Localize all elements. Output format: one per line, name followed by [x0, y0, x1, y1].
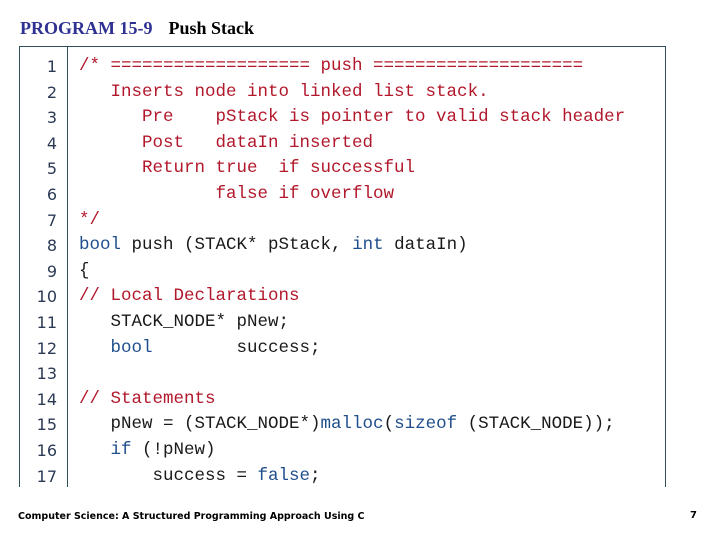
line-number: 1 [46, 57, 57, 76]
keyword-token: sizeof [394, 414, 458, 435]
program-label: PROGRAM 15-9 [20, 18, 153, 38]
plain-token: dataIn) [383, 235, 468, 256]
code-line: 3 Pre pStack is pointer to valid stack h… [20, 105, 665, 131]
line-number: 15 [36, 415, 57, 435]
comment-token: Inserts node into linked list stack. [79, 81, 489, 102]
code-line: 9{ [20, 259, 665, 285]
line-number: 14 [36, 389, 57, 409]
comment-token: Post dataIn inserted [79, 132, 374, 153]
line-code: /* =================== push ============… [79, 54, 583, 80]
code-line: 11 STACK_NODE* pNew; [20, 310, 665, 336]
line-number: 9 [46, 261, 57, 281]
line-code: bool success; [79, 336, 321, 362]
footer-book-title: Computer Science: A Structured Programmi… [18, 511, 365, 522]
line-code: */ [79, 208, 100, 234]
code-line: 1 /* =================== push ===========… [20, 54, 665, 80]
keyword-token: false [257, 465, 311, 486]
line-code: if (!pNew) [79, 438, 216, 464]
plain-token: (!pNew) [131, 440, 216, 460]
keyword-token: bool [79, 235, 122, 256]
line-code: false if overflow [79, 182, 395, 208]
line-number: 13 [36, 364, 57, 384]
page-number: 7 [690, 510, 697, 521]
line-code: success = false; [79, 464, 321, 487]
line-number: 16 [36, 441, 57, 460]
code-line: 13 [20, 361, 665, 387]
plain-token: (STACK_NODE)); [457, 414, 615, 435]
plain-token: STACK_NODE* pNew; [79, 312, 290, 332]
line-number: 7 [46, 210, 57, 230]
line-code: pNew = (STACK_NODE*)malloc(sizeof (STACK… [79, 412, 615, 438]
line-number: 5 [46, 159, 57, 179]
line-number: 8 [46, 236, 57, 256]
line-code: bool push (STACK* pStack, int dataIn) [79, 233, 468, 259]
keyword-token: int [352, 235, 384, 256]
line-number: 4 [46, 133, 57, 153]
comment-token: // Statements [79, 388, 216, 409]
line-code: Post dataIn inserted [79, 131, 373, 157]
line-code: Pre pStack is pointer to valid stack hea… [79, 105, 625, 131]
comment-token: false if overflow [79, 184, 395, 204]
line-code: // Local Declarations [79, 284, 300, 310]
keyword-token: malloc [320, 414, 384, 435]
plain-token: push (STACK* pStack, [121, 235, 353, 256]
line-code: Inserts node into linked list stack. [79, 80, 489, 106]
line-code: STACK_NODE* pNew; [79, 310, 290, 336]
code-line: 15 pNew = (STACK_NODE*)malloc(sizeof (ST… [20, 412, 665, 438]
line-code: // Statements [79, 387, 216, 413]
plain-token: success; [152, 337, 321, 358]
line-code: Return true if successful [79, 156, 415, 182]
plain-token: ( [383, 414, 395, 435]
line-number: 6 [46, 185, 57, 204]
code-line: 8 bool push (STACK* pStack, int dataIn) [20, 233, 665, 259]
line-number: 3 [46, 108, 57, 128]
code-listing: 1 /* =================== push ===========… [19, 46, 666, 487]
slide-title: PROGRAM 15-9 Push Stack [20, 17, 254, 39]
comment-token: /* =================== push ============… [79, 56, 584, 76]
line-number: 12 [36, 338, 57, 358]
line-number: 11 [36, 313, 57, 332]
comment-token: Return true if successful [79, 158, 416, 179]
keyword-token: bool [110, 337, 153, 358]
code-line: 7 */ [20, 208, 665, 234]
code-line: 14 // Statements [20, 387, 665, 413]
comment-token: Pre pStack is pointer to valid stack hea… [79, 107, 626, 128]
code-line: 17 success = false; [20, 464, 665, 487]
plain-token: ; [310, 465, 321, 486]
comment-token: */ [79, 209, 101, 230]
code-line: 6 false if overflow [20, 182, 665, 208]
line-number: 17 [36, 466, 57, 486]
comment-token: // Local Declarations [79, 286, 300, 307]
line-code: { [79, 259, 90, 285]
code-line: 10 // Local Declarations [20, 284, 665, 310]
line-number: 10 [36, 287, 57, 307]
plain-token: success = [79, 465, 258, 486]
code-line: 2 Inserts node into linked list stack. [20, 80, 665, 106]
program-name: Push Stack [168, 18, 255, 38]
code-line: 16 if (!pNew) [20, 438, 665, 464]
line-number: 2 [46, 82, 57, 102]
code-line: 5 Return true if successful [20, 156, 665, 182]
plain-token: pNew = (STACK_NODE*) [79, 414, 321, 435]
keyword-token: if [110, 440, 132, 460]
plain-token: { [79, 260, 90, 281]
code-line: 12 bool success; [20, 336, 665, 362]
code-line: 4 Post dataIn inserted [20, 131, 665, 157]
